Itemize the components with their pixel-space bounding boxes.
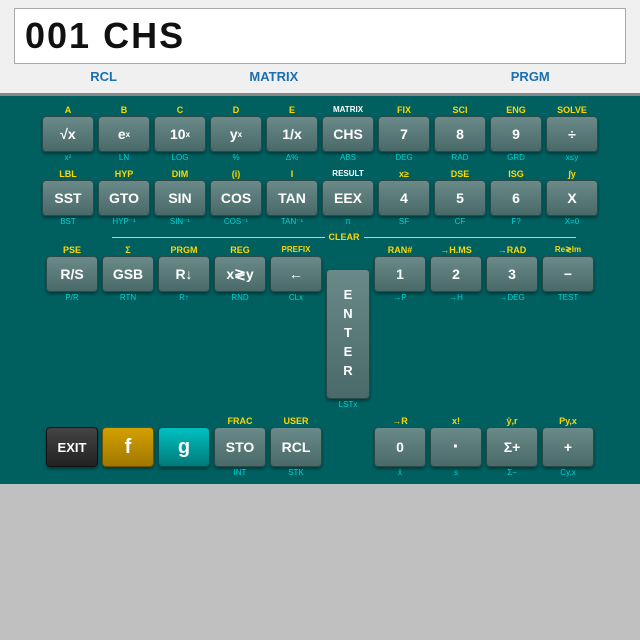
0-button[interactable]: →R 0 x̄ xyxy=(374,415,426,478)
button-row-1: A √x x² B ex LN C 10x LOG D yx % E 1/x Δ… xyxy=(8,104,632,163)
display-text: 001 CHS xyxy=(25,15,185,57)
8-button[interactable]: SCI 8 RAD xyxy=(434,104,486,163)
row3-container: CLEAR PSE R/S P/R Σ GSB RTN PRGM R↓ R↑ R… xyxy=(8,232,632,410)
clear-line-left xyxy=(112,237,325,238)
clear-text: CLEAR xyxy=(325,232,364,242)
x-button[interactable]: ∫y X X=0 xyxy=(546,168,598,227)
f-button[interactable]: . f . xyxy=(102,415,154,478)
tan-button[interactable]: I TAN TAN⁻¹ xyxy=(266,168,318,227)
ran-button[interactable]: RAN# 1 →P xyxy=(374,244,426,303)
sub-display: RCL MATRIX PRGM xyxy=(14,64,626,87)
button-row-3: PSE R/S P/R Σ GSB RTN PRGM R↓ R↑ REG x≷y… xyxy=(8,244,632,410)
chs-button[interactable]: MATRIX CHS ABS xyxy=(322,104,374,163)
ex-button[interactable]: B ex LN xyxy=(98,104,150,163)
rdown-button[interactable]: PRGM R↓ R↑ xyxy=(158,244,210,303)
clear-bar: CLEAR xyxy=(8,232,632,242)
9-button[interactable]: ENG 9 GRD xyxy=(490,104,542,163)
enter-button[interactable]: . ENTER LSTx xyxy=(326,257,370,410)
rcl-button[interactable]: USER RCL STK xyxy=(270,415,322,478)
3-button[interactable]: →RAD 3 →DEG xyxy=(486,244,538,303)
button-row-2: LBL SST BST HYP GTO HYP⁻¹ DIM SIN SIN⁻¹ … xyxy=(8,168,632,227)
10x-button[interactable]: C 10x LOG xyxy=(154,104,206,163)
exit-button[interactable]: . EXIT . xyxy=(46,415,98,478)
main-display: 001 CHS xyxy=(14,8,626,64)
sub-label-prgm[interactable]: PRGM xyxy=(511,69,550,84)
sin-button[interactable]: DIM SIN SIN⁻¹ xyxy=(154,168,206,227)
divide-button[interactable]: SOLVE ÷ x≤y xyxy=(546,104,598,163)
2-button[interactable]: →H.MS 2 →H xyxy=(430,244,482,303)
sqrt-x-button[interactable]: A √x x² xyxy=(42,104,94,163)
plus-button[interactable]: Py,x + Cy,x xyxy=(542,415,594,478)
sto-button[interactable]: FRAC STO INT xyxy=(214,415,266,478)
cos-button[interactable]: (i) COS COS⁻¹ xyxy=(210,168,262,227)
gsb-button[interactable]: Σ GSB RTN xyxy=(102,244,154,303)
eex-button[interactable]: RESULT EEX π xyxy=(322,168,374,227)
minus-button[interactable]: Re≷Im − TEST xyxy=(542,244,594,303)
backspace-button[interactable]: PREFIX ← CLx xyxy=(270,244,322,303)
rs-button[interactable]: PSE R/S P/R xyxy=(46,244,98,303)
sst-button[interactable]: LBL SST BST xyxy=(42,168,94,227)
clear-line-right xyxy=(364,237,577,238)
gto-button[interactable]: HYP GTO HYP⁻¹ xyxy=(98,168,150,227)
sub-label-rcl[interactable]: RCL xyxy=(90,69,117,84)
sub-label-matrix[interactable]: MATRIX xyxy=(249,69,298,84)
xy-button[interactable]: REG x≷y RND xyxy=(214,244,266,303)
sigma-plus-button[interactable]: ŷ,r Σ+ Σ− xyxy=(486,415,538,478)
4-button[interactable]: x≥ 4 SF xyxy=(378,168,430,227)
calculator-body: A √x x² B ex LN C 10x LOG D yx % E 1/x Δ… xyxy=(0,96,640,484)
5-button[interactable]: DSE 5 CF xyxy=(434,168,486,227)
g-button[interactable]: . g . xyxy=(158,415,210,478)
7-button[interactable]: FIX 7 DEG xyxy=(378,104,430,163)
display-area: 001 CHS RCL MATRIX PRGM xyxy=(0,0,640,96)
1x-button[interactable]: E 1/x Δ% xyxy=(266,104,318,163)
dot-button[interactable]: x! · s xyxy=(430,415,482,478)
6-button[interactable]: ISG 6 F? xyxy=(490,168,542,227)
button-row-4: . EXIT . . f . . g . FRAC STO INT USER R… xyxy=(8,415,632,478)
yx-button[interactable]: D yx % xyxy=(210,104,262,163)
